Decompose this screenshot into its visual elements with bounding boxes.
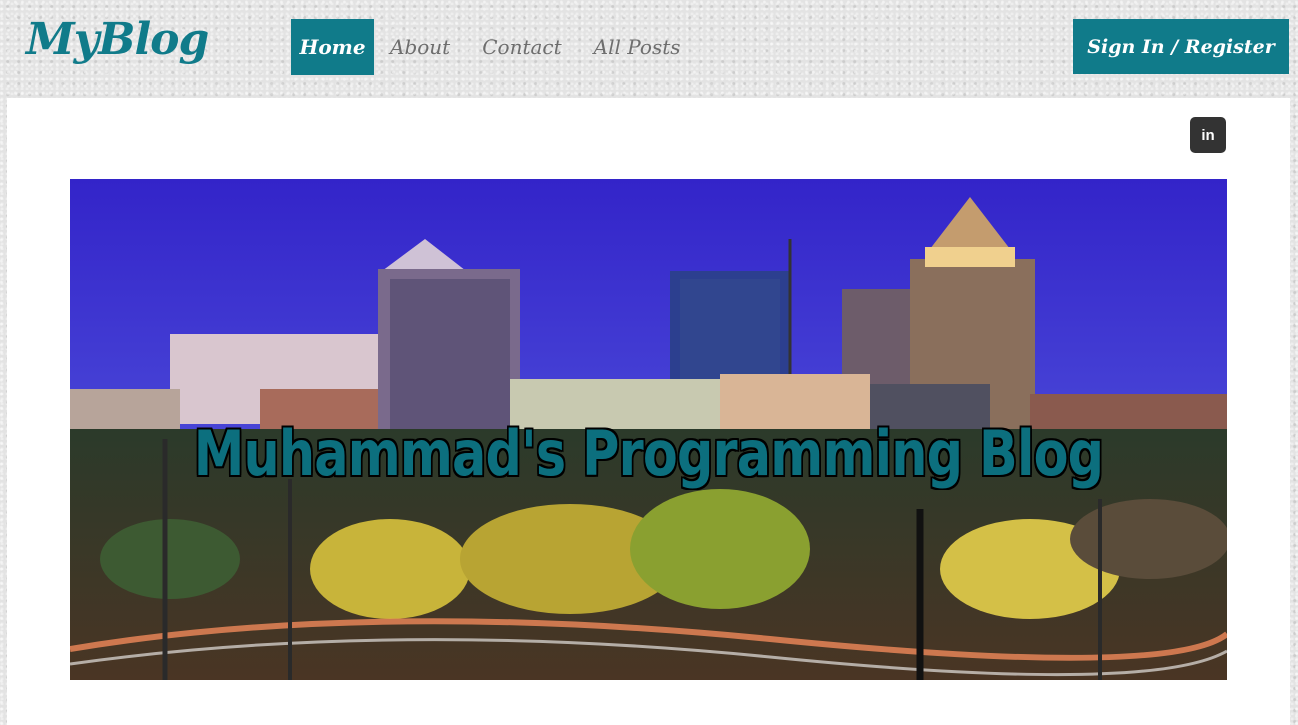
linkedin-icon: in	[1201, 126, 1215, 144]
nav-all-posts[interactable]: All Posts	[578, 19, 697, 75]
site-header: MyBlog Home About Contact All Posts Sign…	[0, 0, 1298, 98]
content-panel: in Muhammad's Programming Blog	[7, 98, 1290, 725]
nav-contact[interactable]: Contact	[466, 19, 577, 75]
nav-about[interactable]: About	[374, 19, 466, 75]
banner-title: Muhammad's Programming Blog	[193, 417, 1104, 490]
main-nav: Home About Contact All Posts	[291, 19, 697, 75]
linkedin-button[interactable]: in	[1190, 117, 1226, 153]
nav-home[interactable]: Home	[291, 19, 374, 75]
site-logo[interactable]: MyBlog	[26, 14, 209, 67]
banner-image: Muhammad's Programming Blog	[70, 179, 1227, 680]
sign-in-register-button[interactable]: Sign In / Register	[1073, 19, 1289, 74]
